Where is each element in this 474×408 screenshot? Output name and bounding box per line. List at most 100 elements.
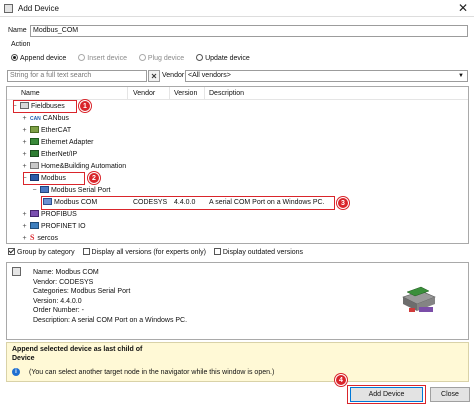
device-details-text: Name: Modbus COM Vendor: CODESYS Categor…: [33, 268, 187, 325]
annotation-badge-2: 2: [88, 172, 100, 184]
action-radio-group: Append device Insert device Plug device …: [11, 54, 250, 62]
tree-item-label: Modbus Serial Port: [50, 187, 111, 194]
detail-categories: Categories: Modbus Serial Port: [33, 288, 131, 295]
annotation-badge-3: 3: [337, 197, 349, 209]
tree-item-label: EtherCAT: [40, 127, 72, 134]
highlight-box-modbus: [23, 172, 85, 185]
radio-indicator: [138, 54, 146, 61]
search-input[interactable]: String for a full text search: [7, 70, 147, 82]
action-label: Action: [11, 41, 31, 48]
expand-icon[interactable]: +: [21, 114, 28, 124]
tree-header: Name Vendor Version Description: [7, 87, 468, 100]
tree-item-label: PROFIBUS: [40, 211, 77, 218]
column-header-version[interactable]: Version: [174, 90, 197, 97]
close-icon: [151, 73, 157, 79]
checkbox-label: Group by category: [17, 249, 75, 256]
serial-port-icon: [39, 186, 49, 193]
radio-indicator: [196, 54, 204, 61]
sercos-icon: S: [29, 233, 35, 242]
tree-item-sercos[interactable]: + Ssercos: [21, 233, 58, 243]
expand-icon[interactable]: +: [21, 162, 28, 172]
search-clear-button[interactable]: [148, 70, 160, 82]
detail-description: Description: A serial COM Port on a Wind…: [33, 316, 188, 324]
title-bar: Add Device ✕: [0, 0, 474, 17]
tree-item-label: CANbus: [42, 115, 69, 122]
close-button[interactable]: Close: [430, 387, 470, 402]
tree-item-label: EtherNet/IP: [40, 151, 78, 158]
info-target: Device: [12, 355, 35, 362]
tree-item-canbus[interactable]: + CAN CANbus: [21, 114, 69, 124]
column-header-name[interactable]: Name: [21, 90, 40, 97]
tree-item-home-building[interactable]: + Home&Building Automation: [21, 162, 126, 172]
tree-item-label: Home&Building Automation: [40, 163, 127, 170]
update-device-radio[interactable]: Update device: [196, 54, 250, 62]
plug-device-radio[interactable]: Plug device: [138, 54, 185, 62]
canbus-icon: CAN: [29, 116, 41, 122]
vendor-selected-value: <All vendors>: [188, 72, 231, 79]
highlight-box-fieldbuses: [13, 100, 77, 113]
append-device-label: Append device: [20, 55, 67, 62]
detail-version: Version: 4.4.0.0: [33, 297, 82, 305]
update-device-label: Update device: [205, 55, 250, 62]
display-outdated-versions-checkbox[interactable]: Display outdated versions: [213, 248, 304, 256]
device-image: [402, 286, 436, 312]
vendor-label: Vendor: [162, 72, 185, 79]
app-icon: [4, 4, 13, 13]
plug-device-label: Plug device: [147, 55, 185, 62]
info-icon: i: [12, 368, 20, 376]
insert-device-label: Insert device: [87, 55, 127, 62]
home-building-icon: [29, 162, 39, 169]
expand-icon[interactable]: +: [21, 138, 28, 148]
device-details-icon: [12, 267, 21, 276]
ethercat-icon: [29, 126, 39, 133]
checkbox-box: [8, 248, 15, 255]
name-label: Name: [8, 27, 27, 34]
vendor-select[interactable]: <All vendors> ▼: [185, 70, 468, 82]
info-note: (You can select another target node in t…: [29, 369, 275, 376]
column-divider: [169, 87, 170, 100]
collapse-icon[interactable]: −: [31, 186, 38, 196]
profibus-icon: [29, 210, 39, 217]
column-header-description[interactable]: Description: [209, 90, 244, 97]
detail-name: Name: Modbus COM: [33, 269, 99, 276]
window-title: Add Device: [18, 4, 59, 13]
highlight-box-modbus-com: [41, 196, 335, 210]
column-divider: [127, 87, 128, 100]
ethernetip-icon: [29, 150, 39, 157]
tree-item-profibus[interactable]: + PROFIBUS: [21, 210, 77, 220]
expand-icon[interactable]: +: [21, 222, 28, 232]
checkbox-box: [82, 248, 90, 255]
checkbox-label: Display outdated versions: [222, 249, 304, 256]
options-row: Group by category Display all versions (…: [8, 248, 303, 256]
detail-vendor: Vendor: CODESYS: [33, 278, 94, 286]
expand-icon[interactable]: +: [21, 210, 28, 220]
tree-item-modbus-serial-port[interactable]: − Modbus Serial Port: [31, 186, 110, 196]
append-device-radio[interactable]: Append device: [11, 54, 67, 62]
tree-item-ethernetip[interactable]: + EtherNet/IP: [21, 150, 77, 160]
tree-item-label: Ethernet Adapter: [40, 139, 94, 146]
tree-item-profinet[interactable]: + PROFINET IO: [21, 222, 86, 232]
tree-item-ethernet-adapter[interactable]: + Ethernet Adapter: [21, 138, 94, 148]
profinet-icon: [29, 222, 39, 229]
insert-device-radio[interactable]: Insert device: [78, 54, 127, 62]
detail-order-number: Order Number: -: [33, 307, 84, 314]
expand-icon[interactable]: +: [21, 234, 28, 244]
display-all-versions-checkbox[interactable]: Display all versions (for experts only): [82, 248, 206, 256]
tree-item-label: sercos: [37, 235, 59, 242]
expand-icon[interactable]: +: [21, 126, 28, 136]
name-field[interactable]: Modbus_COM: [30, 25, 468, 37]
expand-icon[interactable]: +: [21, 150, 28, 160]
search-placeholder: String for a full text search: [10, 72, 92, 79]
group-by-category-checkbox[interactable]: Group by category: [8, 248, 75, 256]
window-close-icon[interactable]: ✕: [458, 1, 468, 15]
radio-indicator: [11, 54, 18, 61]
tree-item-ethercat[interactable]: + EtherCAT: [21, 126, 71, 136]
radio-indicator: [78, 54, 86, 61]
annotation-badge-4: 4: [335, 374, 347, 386]
add-device-button[interactable]: Add Device: [350, 387, 423, 402]
column-header-vendor[interactable]: Vendor: [133, 90, 155, 97]
device-tree[interactable]: Name Vendor Version Description − Fieldb…: [6, 86, 469, 244]
annotation-badge-1: 1: [79, 100, 91, 112]
checkbox-box: [213, 248, 221, 255]
column-divider: [204, 87, 205, 100]
